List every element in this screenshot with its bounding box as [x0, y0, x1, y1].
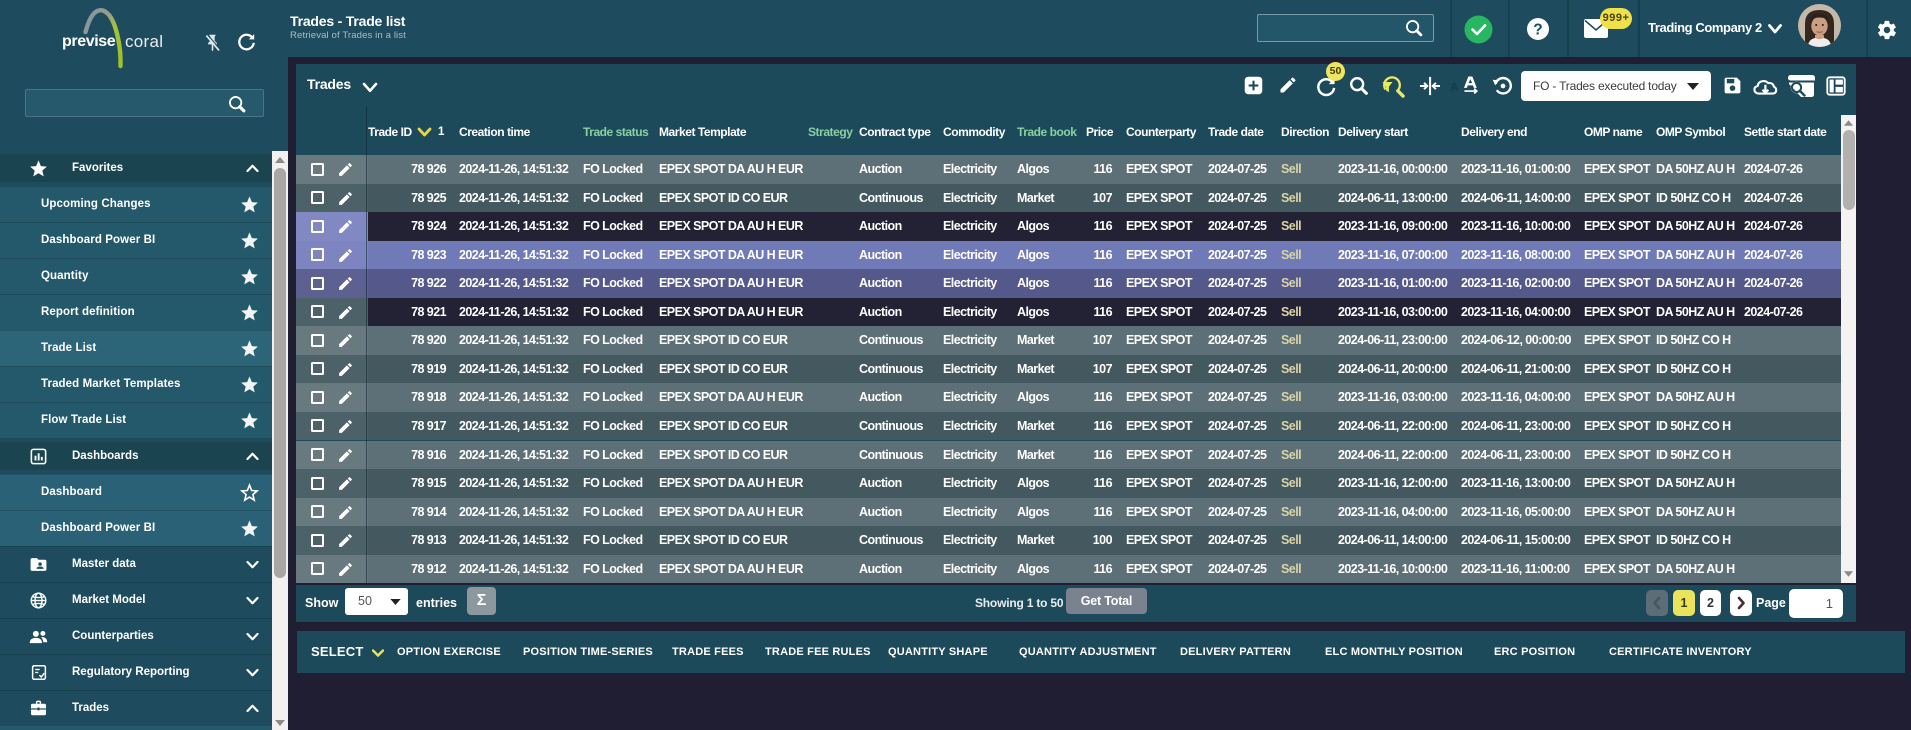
svg-text:?: ? — [1533, 22, 1542, 39]
